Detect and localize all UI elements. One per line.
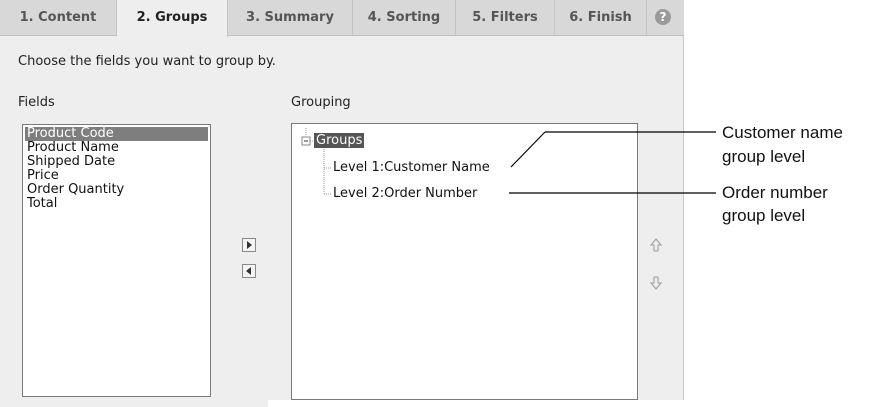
tab-sorting[interactable]: 4. Sorting	[353, 0, 456, 35]
help-icon[interactable]: ?	[655, 9, 671, 25]
tree-node-level-2[interactable]: Level 2:Order Number	[333, 186, 477, 201]
tab-filters[interactable]: 5. Filters	[456, 0, 555, 35]
field-item-total[interactable]: Total	[25, 197, 208, 211]
tab-bar: 1. Content 2. Groups 3. Summary 4. Sorti…	[0, 0, 684, 37]
add-to-group-button[interactable]	[242, 238, 256, 252]
tree-node-level-1[interactable]: Level 1:Customer Name	[333, 160, 490, 175]
arrow-left-icon	[246, 267, 251, 275]
arrow-right-icon	[247, 241, 252, 249]
panel-gap	[268, 400, 684, 407]
grouping-label: Grouping	[291, 95, 351, 110]
field-item-price[interactable]: Price	[25, 169, 208, 183]
fields-listbox[interactable]: Product Code Product Name Shipped Date P…	[22, 124, 211, 397]
remove-from-group-button[interactable]	[242, 264, 256, 278]
grouping-tree[interactable]: Groups Level 1:Customer Name Level 2:Ord…	[291, 123, 638, 400]
field-item-order-quantity[interactable]: Order Quantity	[25, 183, 208, 197]
instruction-text: Choose the fields you want to group by.	[18, 54, 276, 69]
fields-label: Fields	[18, 95, 55, 110]
field-item-shipped-date[interactable]: Shipped Date	[25, 155, 208, 169]
field-item-product-code[interactable]: Product Code	[25, 127, 208, 141]
field-item-product-name[interactable]: Product Name	[25, 141, 208, 155]
tab-content[interactable]: 1. Content	[0, 0, 117, 35]
callout-order-line1: Order number	[722, 183, 828, 202]
callout-order-line2: group level	[722, 206, 806, 225]
move-up-icon[interactable]	[650, 238, 662, 252]
move-down-icon[interactable]	[650, 276, 662, 290]
callout-customer-line2: group level	[722, 147, 806, 166]
tab-summary[interactable]: 3. Summary	[228, 0, 353, 35]
tree-node-groups[interactable]: Groups	[314, 133, 365, 148]
tab-groups[interactable]: 2. Groups	[117, 0, 228, 37]
group-wizard-panel: 1. Content 2. Groups 3. Summary 4. Sorti…	[0, 0, 684, 407]
tab-finish[interactable]: 6. Finish	[555, 0, 647, 35]
callout-customer-line1: Customer name	[722, 123, 843, 142]
groups-node-label: Groups	[314, 133, 365, 148]
